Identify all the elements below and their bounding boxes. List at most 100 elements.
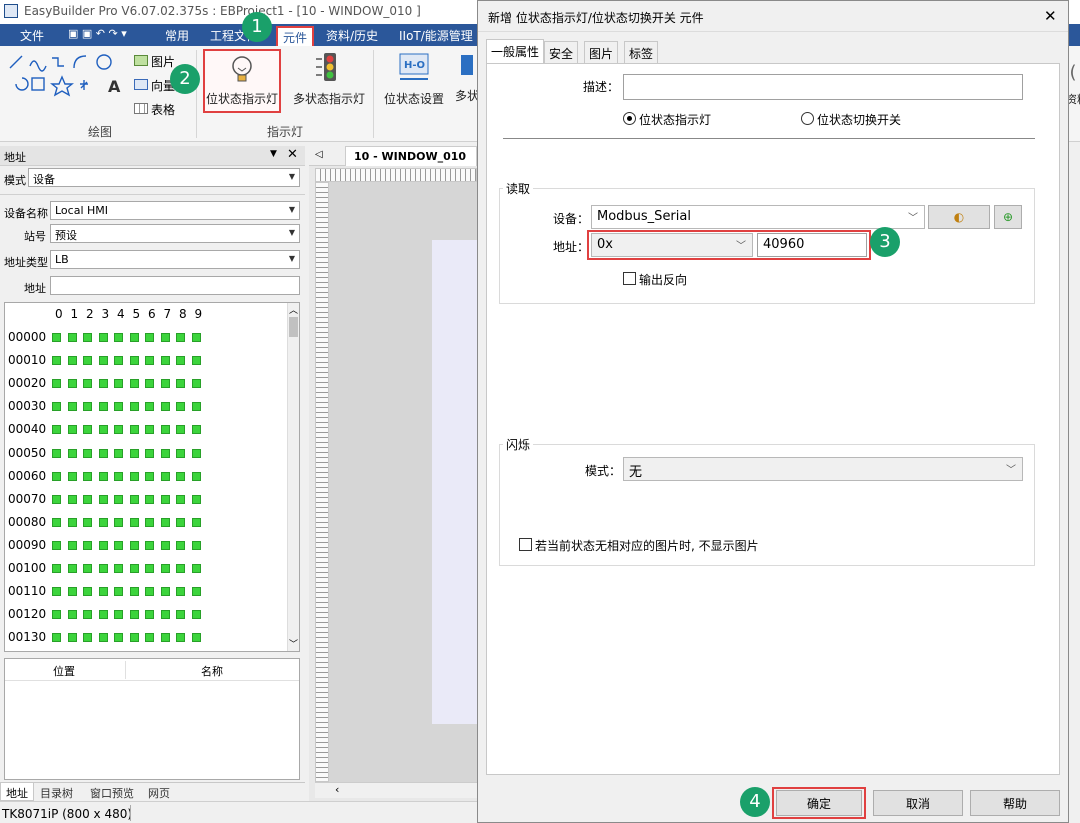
- lb-bit-cell[interactable]: [83, 517, 92, 527]
- lb-bit-cell[interactable]: [114, 540, 123, 550]
- lb-bit-cell[interactable]: [176, 425, 185, 435]
- lb-bit-cell[interactable]: [98, 425, 108, 435]
- address-type-select[interactable]: 0x ﹀: [591, 233, 753, 257]
- lb-bit-cell[interactable]: [176, 633, 185, 643]
- lb-bit-cell[interactable]: [52, 402, 61, 412]
- lb-bit-cell[interactable]: [129, 610, 139, 620]
- invert-output-checkbox[interactable]: [623, 272, 636, 285]
- lb-bit-cell[interactable]: [98, 517, 108, 527]
- tab-address[interactable]: 地址: [0, 783, 34, 801]
- grid-scrollbar[interactable]: ︿ ﹀: [287, 303, 299, 651]
- tab-scroll-left-icon[interactable]: ◁: [315, 149, 323, 160]
- lb-bit-cell[interactable]: [67, 540, 77, 550]
- lb-bit-cell[interactable]: [114, 356, 123, 366]
- col-name[interactable]: 名称: [201, 663, 223, 679]
- lb-bit-cell[interactable]: [176, 540, 185, 550]
- lb-bit-cell[interactable]: [98, 610, 108, 620]
- tab-picture[interactable]: 图片: [584, 41, 619, 63]
- bit-lamp-button[interactable]: 位状态指示灯: [203, 49, 281, 113]
- lb-bit-cell[interactable]: [98, 471, 108, 481]
- ribbon-table[interactable]: 表格: [151, 101, 175, 118]
- lb-bit-cell[interactable]: [145, 333, 154, 342]
- lb-bit-cell[interactable]: [129, 356, 139, 366]
- lb-bit-cell[interactable]: [83, 356, 92, 366]
- lb-bit-cell[interactable]: [114, 517, 123, 527]
- lb-bit-cell[interactable]: [52, 333, 61, 342]
- lb-bit-cell[interactable]: [114, 633, 123, 643]
- lb-bit-cell[interactable]: [129, 587, 139, 597]
- lb-bit-cell[interactable]: [145, 540, 154, 550]
- tab-label[interactable]: 标签: [624, 41, 659, 63]
- quick-access-toolbar[interactable]: ▣ ▣ ↶ ↷ ▾: [68, 27, 127, 40]
- chevron-left-icon[interactable]: ‹: [335, 783, 339, 796]
- lb-bit-cell[interactable]: [114, 471, 123, 481]
- lb-bit-cell[interactable]: [98, 587, 108, 597]
- lb-bit-cell[interactable]: [160, 448, 170, 458]
- lb-bit-cell[interactable]: [52, 517, 61, 527]
- lb-bit-cell[interactable]: [145, 356, 154, 366]
- lb-bit-cell[interactable]: [83, 587, 92, 597]
- lb-bit-cell[interactable]: [67, 471, 77, 481]
- hide-image-checkbox[interactable]: [519, 538, 532, 551]
- lb-bit-cell[interactable]: [160, 356, 170, 366]
- lb-bit-cell[interactable]: [191, 471, 201, 481]
- lb-bit-cell[interactable]: [191, 494, 201, 504]
- lb-bit-cell[interactable]: [129, 425, 139, 435]
- tab-security[interactable]: 安全: [544, 41, 579, 63]
- lb-bit-cell[interactable]: [114, 494, 123, 504]
- lb-bit-cell[interactable]: [83, 425, 92, 435]
- lb-bit-cell[interactable]: [52, 494, 61, 504]
- lb-bit-cell[interactable]: [129, 379, 139, 389]
- lb-bit-cell[interactable]: [52, 471, 61, 481]
- lb-bit-cell[interactable]: [160, 517, 170, 527]
- lb-bit-cell[interactable]: [67, 379, 77, 389]
- radio-bit-lamp[interactable]: [623, 112, 636, 125]
- lb-bit-cell[interactable]: [145, 471, 154, 481]
- bit-set-button[interactable]: H-O 位状态设置: [378, 51, 450, 111]
- lb-bit-cell[interactable]: [67, 587, 77, 597]
- lb-bit-cell[interactable]: [160, 494, 170, 504]
- lb-bit-cell[interactable]: [114, 379, 123, 389]
- address-type-select[interactable]: LB ▼: [50, 250, 300, 269]
- lb-bit-cell[interactable]: [160, 540, 170, 550]
- lb-bit-cell[interactable]: [114, 333, 123, 342]
- lb-bit-cell[interactable]: [83, 402, 92, 412]
- lb-bit-cell[interactable]: [191, 540, 201, 550]
- lb-bit-cell[interactable]: [52, 587, 61, 597]
- lb-bit-cell[interactable]: [191, 564, 201, 573]
- lb-bit-cell[interactable]: [176, 564, 185, 573]
- lb-bit-cell[interactable]: [52, 379, 61, 389]
- lb-bit-cell[interactable]: [176, 402, 185, 412]
- lb-bit-cell[interactable]: [98, 494, 108, 504]
- ok-button[interactable]: 确定: [776, 790, 862, 816]
- device-settings-button[interactable]: ◐: [928, 205, 990, 229]
- lb-bit-cell[interactable]: [160, 333, 170, 342]
- lb-bit-cell[interactable]: [52, 425, 61, 435]
- lb-bit-cell[interactable]: [129, 564, 139, 573]
- multi-lamp-button[interactable]: 多状态指示灯: [290, 51, 368, 111]
- lb-bit-cell[interactable]: [67, 356, 77, 366]
- lb-bit-cell[interactable]: [83, 610, 92, 620]
- lb-bit-cell[interactable]: [145, 633, 154, 643]
- lb-bit-cell[interactable]: [191, 610, 201, 620]
- lb-bit-cell[interactable]: [145, 379, 154, 389]
- lb-bit-cell[interactable]: [176, 471, 185, 481]
- lb-bit-cell[interactable]: [83, 333, 92, 342]
- lb-bit-cell[interactable]: [191, 517, 201, 527]
- lb-bit-cell[interactable]: [67, 633, 77, 643]
- lb-bit-cell[interactable]: [129, 494, 139, 504]
- multi-set-button[interactable]: 多状: [455, 55, 477, 111]
- lb-bit-cell[interactable]: [114, 564, 123, 573]
- menu-common[interactable]: 常用: [165, 27, 189, 44]
- lb-bit-cell[interactable]: [98, 540, 108, 550]
- lb-bit-cell[interactable]: [160, 564, 170, 573]
- lb-bit-cell[interactable]: [98, 356, 108, 366]
- blink-mode-select[interactable]: 无 ﹀: [623, 457, 1023, 481]
- lb-bit-cell[interactable]: [160, 587, 170, 597]
- menu-file[interactable]: 文件: [20, 27, 44, 44]
- lb-bit-cell[interactable]: [191, 448, 201, 458]
- lb-bit-cell[interactable]: [129, 633, 139, 643]
- lb-bit-cell[interactable]: [191, 587, 201, 597]
- lb-bit-cell[interactable]: [145, 448, 154, 458]
- ribbon-picture[interactable]: 图片: [151, 53, 175, 70]
